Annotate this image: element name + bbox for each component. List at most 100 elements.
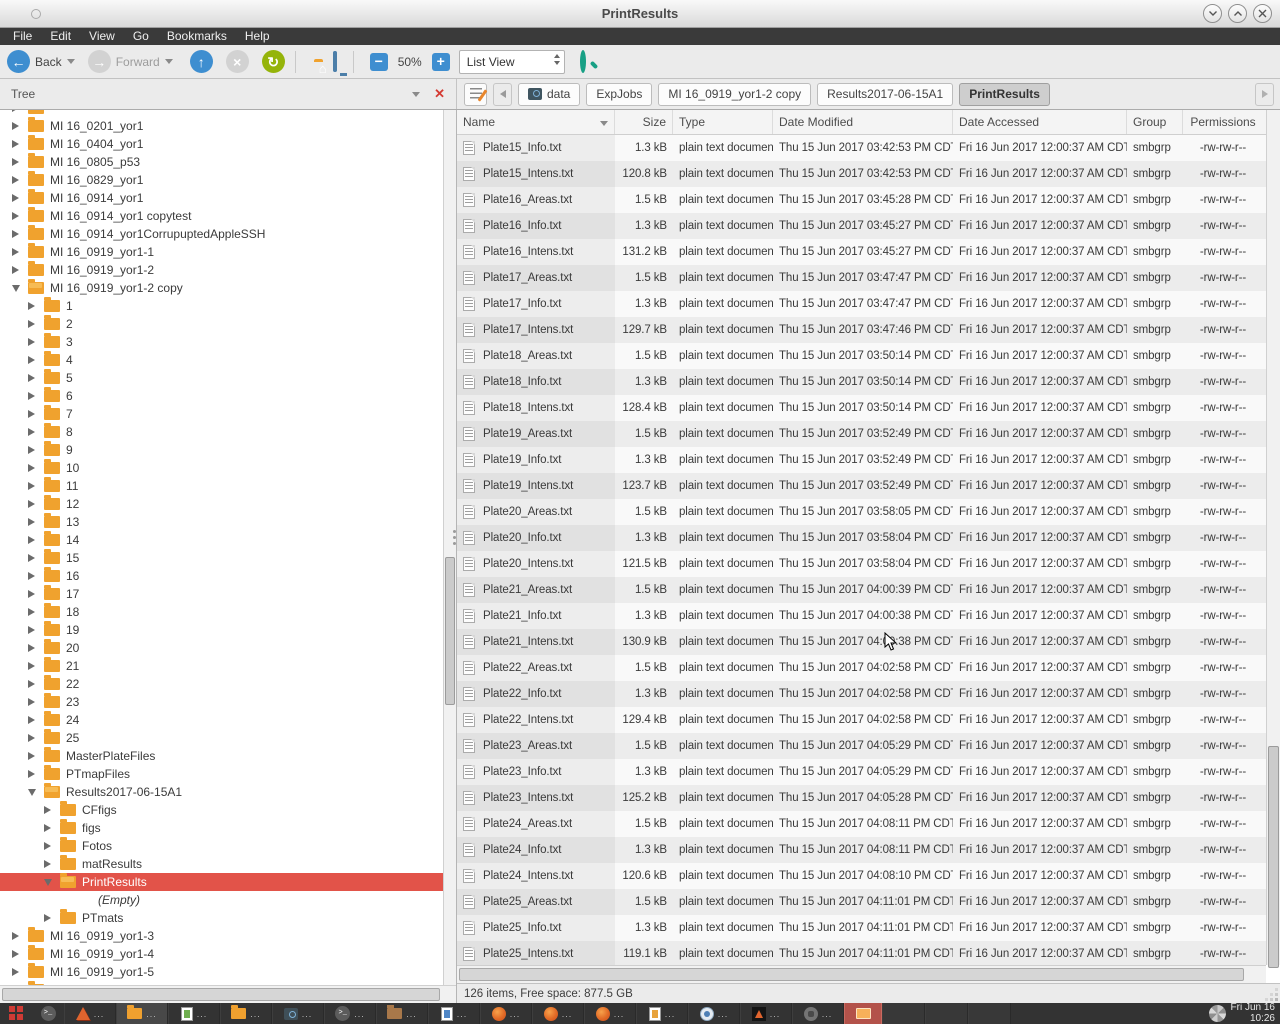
tree-item-16[interactable]: 16 — [0, 567, 456, 585]
file-row[interactable]: Plate16_Info.txt1.3 kBplain text documen… — [457, 213, 1266, 239]
tree-item-mi-16-0404-yor1[interactable]: MI 16_0404_yor1 — [0, 135, 456, 153]
tree-item-19[interactable]: 19 — [0, 621, 456, 639]
file-row[interactable]: Plate18_Intens.txt128.4 kBplain text doc… — [457, 395, 1266, 421]
path-segment-data[interactable]: data — [518, 83, 580, 106]
tree-item-ptmapfiles[interactable]: PTmapFiles — [0, 765, 456, 783]
file-row[interactable]: Plate24_Areas.txt1.5 kBplain text docume… — [457, 811, 1266, 837]
file-manager-window-button[interactable]: ... — [116, 1003, 168, 1024]
firefox-window-button[interactable]: ... — [532, 1003, 584, 1024]
minimize-button[interactable] — [1203, 4, 1222, 23]
tree-item-7[interactable]: 7 — [0, 405, 456, 423]
expander-icon[interactable] — [28, 515, 37, 529]
scrollbar-thumb[interactable] — [2, 988, 440, 1001]
writer-window-button[interactable]: ... — [428, 1003, 480, 1024]
expander-icon[interactable] — [28, 371, 37, 385]
tree-item-3[interactable]: 3 — [0, 333, 456, 351]
tree-item-mi-16-0914-yor1corrupuptedapplessh[interactable]: MI 16_0914_yor1CorrupuptedAppleSSH — [0, 225, 456, 243]
tree-item-matresults[interactable]: matResults — [0, 855, 456, 873]
menu-item-file[interactable]: File — [4, 28, 41, 45]
stop-button[interactable]: × — [226, 50, 249, 73]
tree-item-18[interactable]: 18 — [0, 603, 456, 621]
path-scroll-left-button[interactable] — [493, 83, 512, 106]
tree-horizontal-scrollbar[interactable] — [0, 985, 456, 1003]
tree-item-21[interactable]: 21 — [0, 657, 456, 675]
file-row[interactable]: Plate15_Info.txt1.3 kBplain text documen… — [457, 135, 1266, 161]
column-header-group[interactable]: Group — [1127, 110, 1183, 134]
tree-item-9[interactable]: 9 — [0, 441, 456, 459]
file-row[interactable]: Plate17_Intens.txt129.7 kBplain text doc… — [457, 317, 1266, 343]
expander-icon[interactable] — [12, 173, 21, 187]
view-mode-select[interactable]: List View — [459, 50, 565, 74]
path-segment-expjobs[interactable]: ExpJobs — [586, 83, 652, 106]
firefox-window-button[interactable]: ... — [584, 1003, 636, 1024]
tree-item-mi-16-0919-yor1-4[interactable]: MI 16_0919_yor1-4 — [0, 945, 456, 963]
expander-icon[interactable] — [28, 407, 37, 421]
expander-icon[interactable] — [28, 605, 37, 619]
tree-item-fotos[interactable]: Fotos — [0, 837, 456, 855]
tree-item-mi-16-0805-p53[interactable]: MI 16_0805_p53 — [0, 153, 456, 171]
expander-icon[interactable] — [28, 749, 37, 763]
column-header-type[interactable]: Type — [673, 110, 773, 134]
file-row[interactable]: Plate16_Areas.txt1.5 kBplain text docume… — [457, 187, 1266, 213]
expander-icon[interactable] — [12, 245, 21, 259]
tree-item-13[interactable]: 13 — [0, 513, 456, 531]
file-row[interactable]: Plate25_Intens.txt119.1 kBplain text doc… — [457, 941, 1266, 965]
tree-item-8[interactable]: 8 — [0, 423, 456, 441]
zoom-out-button[interactable]: − — [370, 53, 388, 71]
list-horizontal-scrollbar[interactable] — [457, 965, 1266, 983]
matlab-window-button[interactable]: ... — [64, 1003, 116, 1024]
sidebar-view-dropdown[interactable] — [412, 92, 420, 97]
expander-icon[interactable] — [28, 353, 37, 367]
column-header-date-modified[interactable]: Date Modified — [773, 110, 953, 134]
expander-icon[interactable] — [44, 803, 53, 817]
resize-grip[interactable] — [1275, 998, 1278, 1001]
tree-item-17[interactable]: 17 — [0, 585, 456, 603]
back-button[interactable]: ← Back — [7, 50, 62, 73]
expander-icon[interactable] — [28, 587, 37, 601]
tree-item-mi-16-0919-yor1-3[interactable]: MI 16_0919_yor1-3 — [0, 927, 456, 945]
expander-icon[interactable] — [28, 641, 37, 655]
file-row[interactable]: Plate20_Info.txt1.3 kBplain text documen… — [457, 525, 1266, 551]
tree-item-mi-16-0919-yor1-5[interactable]: MI 16_0919_yor1-5 — [0, 963, 456, 981]
tree-item-ptmats[interactable]: PTmats — [0, 909, 456, 927]
expander-icon[interactable] — [12, 281, 21, 295]
expander-icon[interactable] — [44, 839, 53, 853]
clock-applet[interactable]: Fri Jun 16 10:26 — [1209, 1003, 1275, 1024]
file-row[interactable]: Plate23_Intens.txt125.2 kBplain text doc… — [457, 785, 1266, 811]
scrollbar-thumb[interactable] — [1268, 746, 1279, 968]
expander-icon[interactable] — [28, 551, 37, 565]
expander-icon[interactable] — [28, 731, 37, 745]
tree-item-mi-16-0914-yor1[interactable]: MI 16_0914_yor1 — [0, 189, 456, 207]
expander-icon[interactable] — [28, 533, 37, 547]
file-row[interactable]: Plate21_Info.txt1.3 kBplain text documen… — [457, 603, 1266, 629]
path-segment-results2017-06-15a1[interactable]: Results2017-06-15A1 — [817, 83, 953, 106]
tree-item-1[interactable]: 1 — [0, 297, 456, 315]
expander-icon[interactable] — [44, 875, 53, 889]
expander-icon[interactable] — [28, 497, 37, 511]
menu-item-bookmarks[interactable]: Bookmarks — [158, 28, 236, 45]
expander-icon[interactable] — [28, 659, 37, 673]
file-manager-window-button[interactable]: ... — [376, 1003, 428, 1024]
expander-icon[interactable] — [44, 857, 53, 871]
expander-icon[interactable] — [12, 119, 21, 133]
list-vertical-scrollbar[interactable] — [1266, 110, 1280, 965]
expander-icon[interactable] — [28, 299, 37, 313]
firefox-window-button[interactable]: ... — [480, 1003, 532, 1024]
tree-item-mi-16-0919-yor1-2-copy[interactable]: MI 16_0919_yor1-2 copy — [0, 279, 456, 297]
desktop-button[interactable] — [327, 53, 343, 71]
file-row[interactable]: Plate25_Areas.txt1.5 kBplain text docume… — [457, 889, 1266, 915]
settings-window-button[interactable]: ... — [688, 1003, 740, 1024]
expander-icon[interactable] — [28, 623, 37, 637]
scrollbar-thumb[interactable] — [459, 968, 1244, 981]
expander-icon[interactable] — [12, 110, 21, 115]
path-segment-printresults[interactable]: PrintResults — [959, 83, 1050, 106]
tree-item-mi-16-0201-yor1[interactable]: MI 16_0201_yor1 — [0, 117, 456, 135]
file-manager-window-button[interactable]: ... — [220, 1003, 272, 1024]
tree-item-2[interactable]: 2 — [0, 315, 456, 333]
tree-item-cffigs[interactable]: CFfigs — [0, 801, 456, 819]
expander-icon[interactable] — [12, 191, 21, 205]
expander-icon[interactable] — [28, 479, 37, 493]
menu-item-view[interactable]: View — [80, 28, 124, 45]
screenshot-window-button[interactable]: ... — [792, 1003, 844, 1024]
tree-item-mi-16-0829-yor1[interactable]: MI 16_0829_yor1 — [0, 171, 456, 189]
